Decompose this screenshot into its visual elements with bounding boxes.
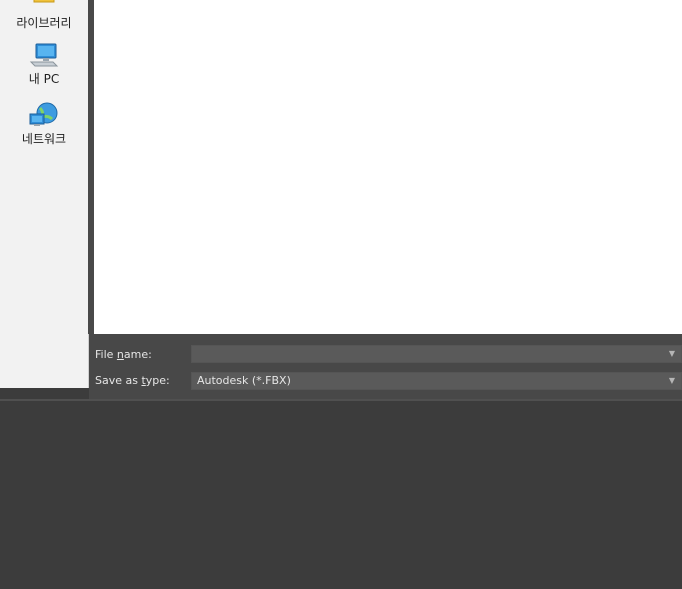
library-icon xyxy=(33,0,55,3)
navigation-pane: 라이브러리 내 PC 네트워크 xyxy=(0,0,89,388)
sidebar-item-this-pc[interactable]: 내 PC xyxy=(0,42,88,87)
sidebar-item-label: 내 PC xyxy=(28,72,60,86)
sidebar-item-library[interactable]: 라이브러리 xyxy=(0,0,88,31)
save-as-type-label: Save as type: xyxy=(95,374,170,387)
dialog-bottom-border xyxy=(0,399,682,401)
file-name-label: File name: xyxy=(95,348,152,361)
chevron-down-icon[interactable]: ▼ xyxy=(669,346,675,362)
computer-icon xyxy=(29,43,59,67)
sidebar-item-label: 라이브러리 xyxy=(16,16,72,30)
sidebar-item-label: 네트워크 xyxy=(21,132,67,146)
file-name-input[interactable] xyxy=(197,347,657,360)
file-list-view[interactable] xyxy=(94,0,682,334)
chevron-down-icon[interactable]: ▼ xyxy=(669,373,675,389)
save-as-type-value: Autodesk (*.FBX) xyxy=(197,374,291,387)
save-as-type-select[interactable]: Autodesk (*.FBX) ▼ xyxy=(191,372,682,390)
network-icon xyxy=(29,102,58,126)
file-name-combo[interactable]: ▼ xyxy=(191,345,682,363)
sidebar-item-network[interactable]: 네트워크 xyxy=(0,102,88,147)
